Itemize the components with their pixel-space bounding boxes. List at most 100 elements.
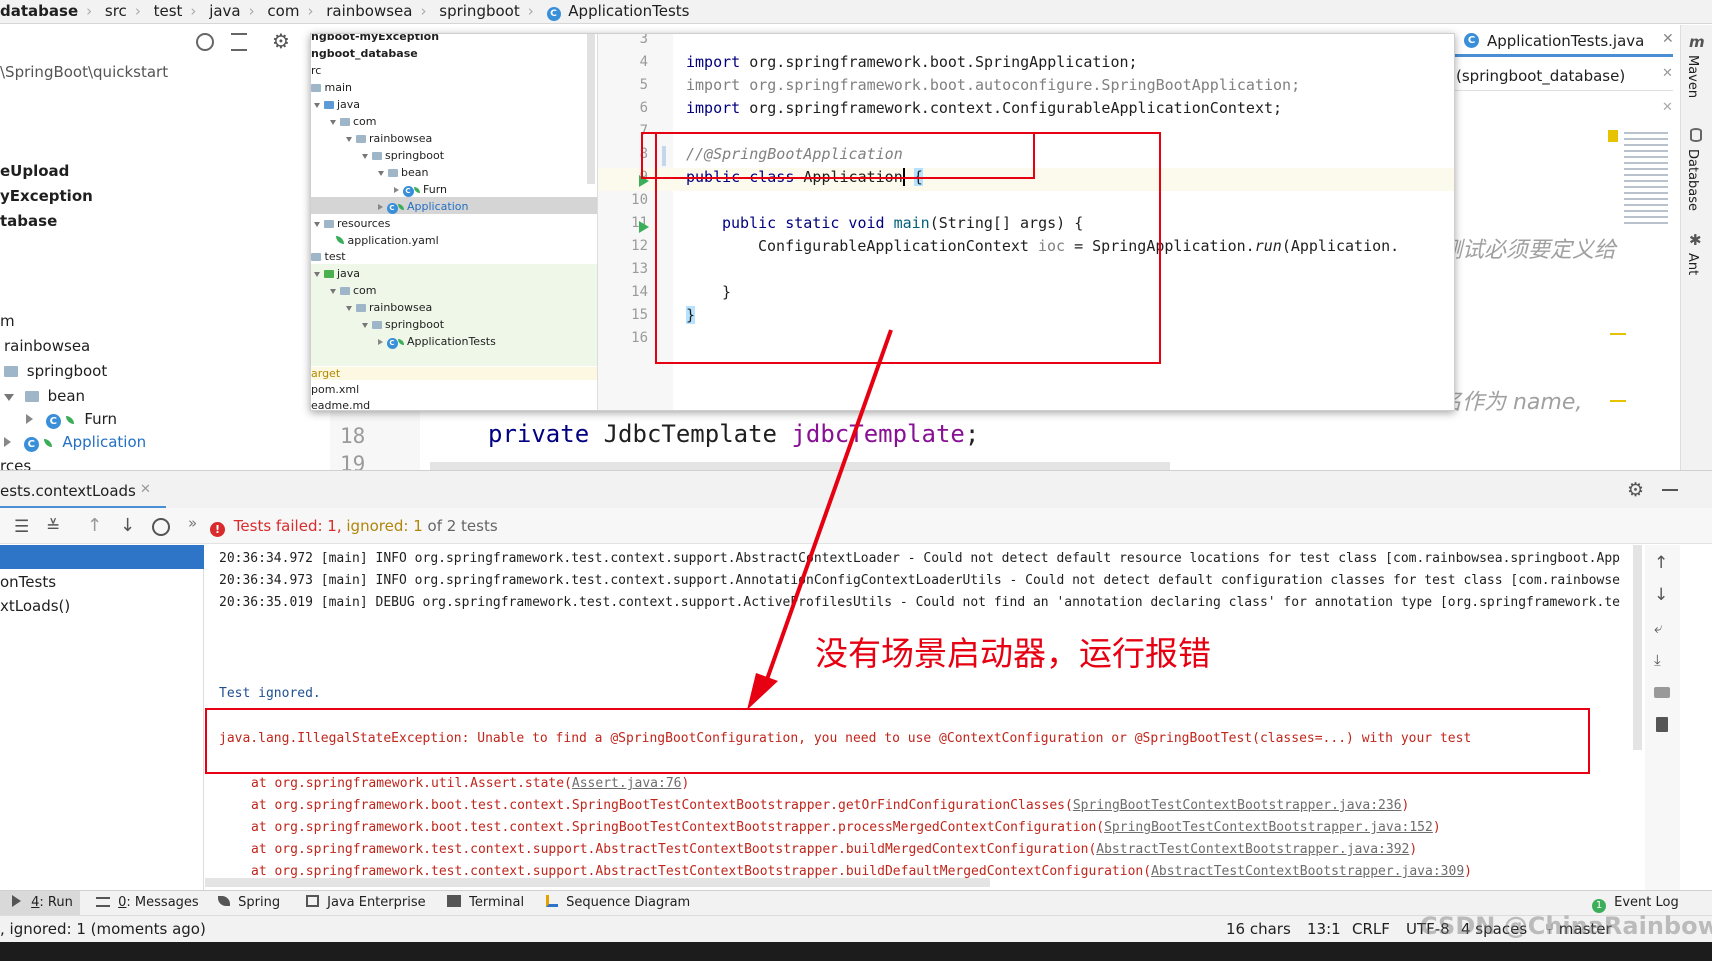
console-hscrollbar[interactable] [205,878,990,887]
tree-item[interactable]: C Furn [394,183,447,197]
code-line[interactable]: private JdbcTemplate jdbcTemplate; [488,420,979,448]
expand-arrow-icon[interactable] [362,154,368,159]
up-arrow-icon[interactable]: ↑ [87,515,102,536]
run-gutter-icon[interactable] [639,221,649,233]
right-panel-row[interactable]: (springboot_database) ✕ [1440,58,1673,91]
breadcrumb-item[interactable]: src [105,2,127,20]
tree-item[interactable]: tabase [0,212,57,230]
collapse-arrow-icon[interactable] [378,339,383,345]
tree-item[interactable]: rces [0,457,31,470]
tree-item[interactable]: application.yaml [336,234,439,247]
maven-tool-label[interactable]: Maven [1685,55,1700,98]
breadcrumb-item[interactable]: test [154,2,183,20]
expand-arrow-icon[interactable] [346,137,352,142]
tree-item[interactable]: java [314,267,360,280]
breadcrumb-item[interactable]: database [0,2,78,20]
tree-item[interactable]: springboot [362,149,444,162]
line-separator[interactable]: CRLF [1352,916,1390,943]
tree-item[interactable]: springboot [362,318,444,331]
expand-all-icon[interactable]: ☰ [14,517,29,537]
tree-item[interactable]: eadme.md [311,399,370,410]
tree-item[interactable]: yException [0,187,93,205]
tree-item[interactable]: ngboot_database [311,47,418,60]
tree-item[interactable]: C Application [378,200,468,214]
caret-position[interactable]: 13:1 [1307,916,1341,943]
status-message[interactable]: , ignored: 1 (moments ago) [0,916,206,943]
test-tree-selected[interactable] [0,545,204,569]
tree-item[interactable]: arget [311,367,597,380]
close-icon[interactable]: ✕ [140,482,151,497]
stack-link[interactable]: Assert.java:76 [572,776,682,791]
down-arrow-icon[interactable]: ↓ [120,515,135,536]
tree-item[interactable]: com [330,284,377,297]
close-icon[interactable]: ✕ [1662,100,1673,115]
tree-item[interactable]: m [0,312,15,330]
print-icon[interactable] [1654,687,1670,698]
up-arrow-icon[interactable]: ↑ [1654,553,1668,573]
gear-icon[interactable]: ⚙ [272,31,290,51]
locate-icon[interactable] [196,33,214,51]
console-vscrollbar[interactable] [1633,545,1642,750]
ant-icon[interactable]: ✱ [1689,231,1702,249]
close-icon[interactable]: ✕ [1662,31,1674,47]
tree-item[interactable]: pom.xml [311,383,359,396]
expand-arrow-icon[interactable] [330,120,336,125]
java-enterprise-tool-tab[interactable]: Java Enterprise [306,891,426,915]
history-icon[interactable] [152,518,170,536]
tree-item[interactable]: eUpload [0,162,69,180]
expand-arrow-icon[interactable] [4,394,14,401]
sequence-diagram-tool-tab[interactable]: Sequence Diagram [546,891,690,915]
stack-link[interactable]: SpringBootTestContextBootstrapper.java:2… [1073,798,1402,813]
expand-arrow-icon[interactable] [362,323,368,328]
scroll-end-icon[interactable]: ⤓ [1654,651,1661,669]
collapse-arrow-icon[interactable] [378,204,383,210]
popup-tree-scrollbar[interactable] [587,34,595,184]
tree-item[interactable]: rainbowsea [4,337,90,355]
trash-icon[interactable] [1656,717,1668,732]
stack-link[interactable]: AbstractTestContextBootstrapper.java:392 [1096,842,1409,857]
messages-tool-tab[interactable]: 0: Messages [96,891,199,915]
tree-item[interactable]: resources [314,217,390,230]
breadcrumb-item[interactable]: springboot [439,2,519,20]
collapse-arrow-icon[interactable] [394,187,399,193]
close-icon[interactable]: ✕ [1662,66,1673,81]
run-tab[interactable]: ests.contextLoads ✕ [0,474,166,509]
tree-item[interactable]: rainbowsea [346,132,432,145]
ant-tool-label[interactable]: Ant [1685,253,1700,275]
gear-icon[interactable]: ⚙ [1627,479,1644,501]
minimize-icon[interactable] [1662,489,1678,491]
breadcrumb-item[interactable]: java [209,2,240,20]
terminal-tool-tab[interactable]: Terminal [447,891,524,915]
tree-item[interactable]: ngboot-myException [311,34,439,43]
collapse-all-icon[interactable]: ≚ [46,517,60,537]
expand-arrow-icon[interactable] [330,289,336,294]
run-tool-tab[interactable]: 4: Run [0,891,80,916]
expand-arrow-icon[interactable] [346,306,352,311]
tree-item[interactable]: test [311,250,346,263]
database-tool-label[interactable]: Database [1685,149,1700,211]
expand-arrow-icon[interactable] [314,272,320,277]
tree-item[interactable]: springboot [4,362,107,380]
tree-item[interactable]: rainbowsea [346,301,432,314]
breadcrumb-item[interactable]: rainbowsea [326,2,412,20]
tree-item[interactable]: bean [378,166,428,179]
down-arrow-icon[interactable]: ↓ [1654,585,1668,605]
tree-item[interactable]: bean [4,387,85,405]
soft-wrap-icon[interactable]: ⤶ [1654,619,1662,637]
expand-arrow-icon[interactable] [378,171,384,176]
horizontal-scrollbar[interactable] [430,462,1170,470]
collapse-arrow-icon[interactable] [4,437,11,447]
spring-tool-tab[interactable]: Spring [218,891,280,915]
breadcrumb-item[interactable]: ApplicationTests [568,2,689,20]
tree-item[interactable]: C Application [4,433,146,452]
database-icon[interactable] [1690,128,1702,142]
more-icon[interactable]: » [188,514,197,532]
breadcrumb-item[interactable]: com [267,2,299,20]
tree-item[interactable]: C Furn [26,410,117,429]
tree-item[interactable]: com [330,115,377,128]
tree-item[interactable]: rc [311,64,321,77]
test-tree-item[interactable]: onTests [0,573,56,591]
tree-item[interactable]: java [314,98,360,111]
collapse-arrow-icon[interactable] [26,414,33,424]
tree-item[interactable]: main [311,81,352,94]
